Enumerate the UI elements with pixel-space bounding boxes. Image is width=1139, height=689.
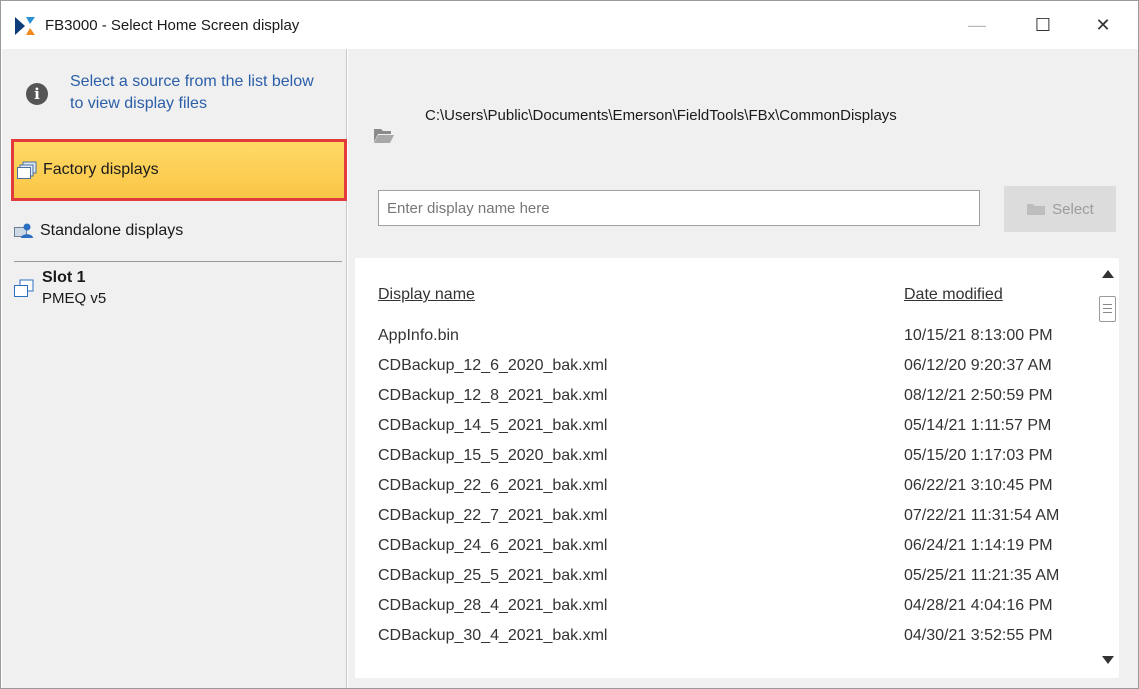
table-row[interactable]: CDBackup_14_5_2021_bak.xml 05/14/21 1:11:…: [355, 417, 1095, 447]
table-row[interactable]: AppInfo.bin 10/15/21 8:13:00 PM: [355, 327, 1095, 357]
table-row[interactable]: CDBackup_30_4_2021_bak.xml 04/30/21 3:52:…: [355, 627, 1095, 657]
sidebar-item-slot-1[interactable]: Slot 1 PMEQ v5: [2, 267, 347, 323]
date-modified-cell: 05/14/21 1:11:57 PM: [904, 417, 1052, 434]
column-header-display-name[interactable]: Display name: [378, 286, 475, 304]
date-modified-cell: 08/12/21 2:50:59 PM: [904, 387, 1053, 404]
date-modified-cell: 05/15/20 1:17:03 PM: [904, 447, 1053, 464]
table-row[interactable]: CDBackup_15_5_2020_bak.xml 05/15/20 1:17:…: [355, 447, 1095, 477]
table-row[interactable]: CDBackup_24_6_2021_bak.xml 06/24/21 1:14:…: [355, 537, 1095, 567]
file-name-cell: CDBackup_30_4_2021_bak.xml: [378, 627, 608, 644]
date-modified-cell: 05/25/21 11:21:35 AM: [904, 567, 1060, 584]
vertical-scrollbar[interactable]: [1097, 270, 1119, 668]
slot-title: Slot 1: [42, 269, 86, 286]
user-display-icon: [14, 223, 33, 238]
date-modified-cell: 06/22/21 3:10:45 PM: [904, 477, 1053, 494]
table-row[interactable]: CDBackup_12_8_2021_bak.xml 08/12/21 2:50:…: [355, 387, 1095, 417]
date-modified-cell: 04/30/21 3:52:55 PM: [904, 627, 1053, 644]
info-message: i Select a source from the list below to…: [2, 49, 347, 137]
stacked-windows-icon: [17, 161, 37, 179]
sidebar-item-standalone-displays[interactable]: Standalone displays: [2, 204, 347, 258]
table-row[interactable]: CDBackup_12_6_2020_bak.xml 06/12/20 9:20:…: [355, 357, 1095, 387]
date-modified-cell: 06/24/21 1:14:19 PM: [904, 537, 1053, 554]
info-icon: i: [26, 83, 48, 105]
sidebar-item-factory-displays[interactable]: Factory displays: [11, 139, 347, 201]
file-name-cell: CDBackup_15_5_2020_bak.xml: [378, 447, 608, 464]
info-text: Select a source from the list below to v…: [70, 73, 314, 112]
title-bar: FB3000 - Select Home Screen display — ☐ …: [1, 1, 1138, 49]
emerson-fb-logo-icon: [15, 17, 35, 35]
sidebar-item-label: Standalone displays: [40, 222, 184, 239]
file-name-cell: CDBackup_28_4_2021_bak.xml: [378, 597, 608, 614]
file-name-cell: CDBackup_22_7_2021_bak.xml: [378, 507, 608, 524]
table-row[interactable]: CDBackup_22_6_2021_bak.xml 06/22/21 3:10:…: [355, 477, 1095, 507]
file-name-cell: CDBackup_14_5_2021_bak.xml: [378, 417, 608, 434]
folder-icon: [1027, 204, 1046, 215]
slot-subtitle: PMEQ v5: [42, 290, 107, 307]
sidebar-item-label: Factory displays: [43, 161, 159, 178]
file-name-cell: CDBackup_22_6_2021_bak.xml: [378, 477, 608, 494]
scroll-thumb[interactable]: [1099, 296, 1116, 322]
file-name-cell: CDBackup_24_6_2021_bak.xml: [378, 537, 608, 554]
column-header-date-modified[interactable]: Date modified: [904, 286, 1003, 304]
date-modified-cell: 07/22/21 11:31:54 AM: [904, 507, 1060, 524]
display-file-list: Display name Date modified AppInfo.bin 10…: [355, 258, 1119, 678]
file-name-cell: AppInfo.bin: [378, 327, 459, 344]
table-row[interactable]: CDBackup_22_7_2021_bak.xml 07/22/21 11:31…: [355, 507, 1095, 537]
folder-path: C:\Users\Public\Documents\Emerson\FieldT…: [425, 107, 897, 124]
date-modified-cell: 06/12/20 9:20:37 AM: [904, 357, 1052, 374]
close-button[interactable]: ✕: [1080, 1, 1126, 49]
minimize-button[interactable]: —: [954, 1, 1000, 49]
window-title: FB3000 - Select Home Screen display: [45, 17, 300, 34]
display-files-panel: C:\Users\Public\Documents\Emerson\FieldT…: [348, 49, 1138, 688]
display-name-input[interactable]: [378, 190, 980, 226]
scroll-up-arrow-icon[interactable]: [1102, 270, 1114, 278]
maximize-button[interactable]: ☐: [1020, 1, 1066, 49]
date-modified-cell: 04/28/21 4:04:16 PM: [904, 597, 1053, 614]
file-name-cell: CDBackup_25_5_2021_bak.xml: [378, 567, 608, 584]
select-button[interactable]: Select: [1004, 186, 1116, 232]
date-modified-cell: 10/15/21 8:13:00 PM: [904, 327, 1053, 344]
table-row[interactable]: CDBackup_25_5_2021_bak.xml 05/25/21 11:21…: [355, 567, 1095, 597]
open-folder-icon: [374, 129, 394, 143]
scroll-down-arrow-icon[interactable]: [1102, 656, 1114, 664]
source-sidebar: i Select a source from the list below to…: [2, 49, 347, 688]
sidebar-divider: [14, 261, 342, 262]
stacked-windows-icon: [14, 279, 34, 297]
file-name-cell: CDBackup_12_6_2020_bak.xml: [378, 357, 608, 374]
table-row[interactable]: CDBackup_28_4_2021_bak.xml 04/28/21 4:04:…: [355, 597, 1095, 627]
select-home-screen-window: FB3000 - Select Home Screen display — ☐ …: [0, 0, 1139, 689]
file-name-cell: CDBackup_12_8_2021_bak.xml: [378, 387, 608, 404]
select-button-label: Select: [1052, 200, 1094, 218]
